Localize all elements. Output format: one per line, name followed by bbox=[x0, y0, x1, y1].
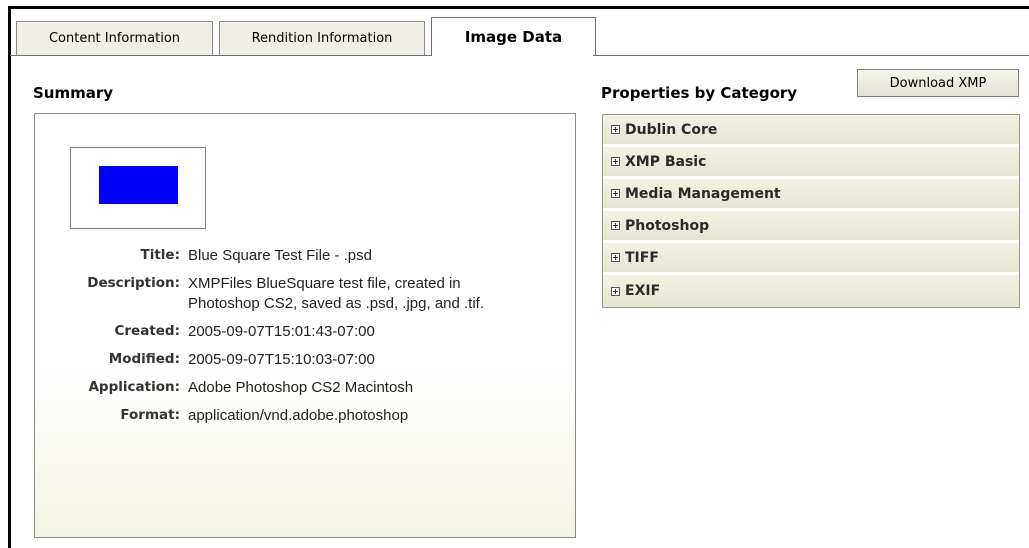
category-list: Dublin Core XMP Basic Media Management P… bbox=[602, 114, 1020, 308]
tab-rendition-information[interactable]: Rendition Information bbox=[219, 21, 425, 55]
property-row-title: Title: Blue Square Test File - .psd bbox=[35, 246, 575, 266]
property-row-description: Description: XMPFiles BlueSquare test fi… bbox=[35, 274, 575, 314]
property-label: Modified: bbox=[108, 351, 180, 367]
category-label: Media Management bbox=[625, 185, 781, 202]
property-row-created: Created: 2005-09-07T15:01:43-07:00 bbox=[35, 322, 575, 342]
property-row-application: Application: Adobe Photoshop CS2 Macinto… bbox=[35, 378, 575, 398]
image-thumbnail bbox=[70, 147, 206, 229]
property-label: Title: bbox=[140, 247, 180, 263]
category-media-management[interactable]: Media Management bbox=[603, 179, 1019, 211]
summary-properties: Title: Blue Square Test File - .psd Desc… bbox=[35, 246, 575, 434]
property-value: application/vnd.adobe.photoshop bbox=[188, 407, 409, 424]
summary-heading: Summary bbox=[33, 84, 114, 102]
active-tab-gap bbox=[432, 54, 593, 57]
property-value: XMPFiles BlueSquare test file, created i… bbox=[188, 275, 485, 312]
property-value: 2005-09-07T15:10:03-07:00 bbox=[188, 351, 375, 368]
expand-plus-icon[interactable] bbox=[611, 253, 620, 262]
expand-plus-icon[interactable] bbox=[611, 157, 620, 166]
category-label: EXIF bbox=[625, 283, 661, 299]
blue-square-preview bbox=[99, 166, 178, 204]
expand-plus-icon[interactable] bbox=[611, 286, 620, 296]
category-label: XMP Basic bbox=[625, 153, 707, 170]
property-label: Description: bbox=[87, 275, 180, 291]
category-label: Photoshop bbox=[625, 217, 710, 234]
property-value: 2005-09-07T15:01:43-07:00 bbox=[188, 323, 375, 340]
download-xmp-button[interactable]: Download XMP bbox=[857, 69, 1019, 97]
property-label: Created: bbox=[114, 323, 180, 339]
property-label: Application: bbox=[88, 379, 180, 395]
category-xmp-basic[interactable]: XMP Basic bbox=[603, 147, 1019, 179]
tab-bar: Content Information Rendition Informatio… bbox=[16, 17, 602, 55]
tab-content-information[interactable]: Content Information bbox=[16, 21, 213, 55]
category-exif[interactable]: EXIF bbox=[603, 275, 1019, 307]
category-label: Dublin Core bbox=[625, 121, 718, 138]
property-value: Blue Square Test File - .psd bbox=[188, 247, 372, 264]
category-photoshop[interactable]: Photoshop bbox=[603, 211, 1019, 243]
category-dublin-core[interactable]: Dublin Core bbox=[603, 115, 1019, 147]
expand-plus-icon[interactable] bbox=[611, 125, 620, 134]
property-row-modified: Modified: 2005-09-07T15:10:03-07:00 bbox=[35, 350, 575, 370]
category-label: TIFF bbox=[625, 249, 659, 266]
summary-panel: Title: Blue Square Test File - .psd Desc… bbox=[34, 113, 576, 538]
property-row-format: Format: application/vnd.adobe.photoshop bbox=[35, 406, 575, 426]
property-value: Adobe Photoshop CS2 Macintosh bbox=[188, 379, 414, 396]
category-tiff[interactable]: TIFF bbox=[603, 243, 1019, 275]
expand-plus-icon[interactable] bbox=[611, 221, 620, 230]
property-label: Format: bbox=[120, 407, 180, 423]
properties-by-category-heading: Properties by Category bbox=[601, 84, 798, 102]
expand-plus-icon[interactable] bbox=[611, 189, 620, 198]
tab-image-data[interactable]: Image Data bbox=[431, 17, 596, 55]
